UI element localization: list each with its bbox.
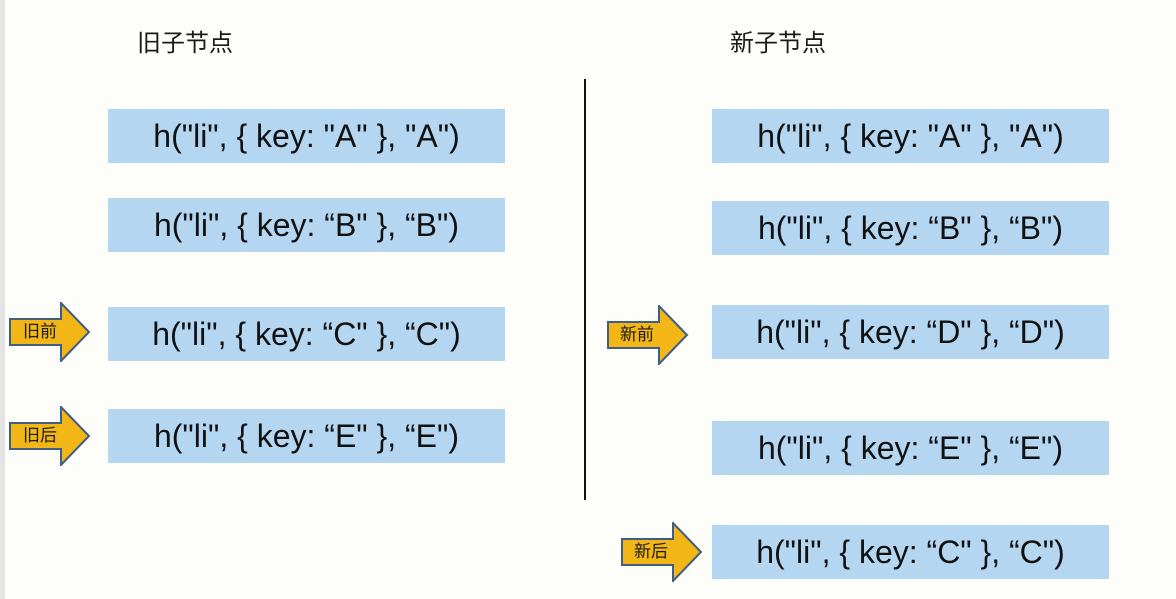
old-start-pointer: 旧前	[9, 302, 91, 362]
new-end-pointer: 新后	[621, 522, 703, 582]
new-start-pointer-label: 新前	[620, 325, 654, 345]
old-start-pointer-label: 旧前	[23, 322, 57, 342]
old-node-b: h("li", { key: “B" }, “B")	[108, 198, 505, 252]
new-node-c: h("li", { key: “C" }, “C")	[712, 525, 1109, 579]
new-end-pointer-label: 新后	[634, 542, 668, 562]
old-node-c: h("li", { key: “C" }, “C")	[108, 307, 505, 361]
new-start-pointer: 新前	[607, 305, 689, 365]
new-children-heading: 新子节点	[730, 29, 826, 57]
old-end-pointer-label: 旧后	[23, 426, 57, 446]
old-end-pointer: 旧后	[9, 406, 91, 466]
window-left-edge	[0, 0, 5, 599]
column-divider	[584, 79, 586, 500]
old-node-a: h("li", { key: "A" }, "A")	[108, 109, 505, 163]
new-node-b: h("li", { key: “B" }, “B")	[712, 201, 1109, 255]
old-children-heading: 旧子节点	[137, 29, 233, 57]
old-node-e: h("li", { key: “E" }, “E")	[108, 409, 505, 463]
new-node-d: h("li", { key: “D" }, “D")	[712, 305, 1109, 359]
new-node-e: h("li", { key: “E" }, “E")	[712, 421, 1109, 475]
new-node-a: h("li", { key: "A" }, "A")	[712, 109, 1109, 163]
